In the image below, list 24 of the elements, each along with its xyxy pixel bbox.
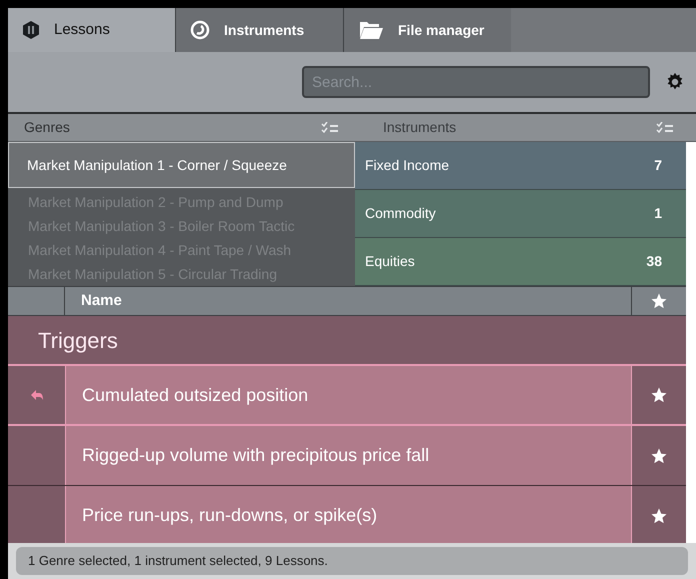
star-icon[interactable] xyxy=(650,386,668,404)
hexagon-icon xyxy=(22,20,40,40)
group-heading: Triggers xyxy=(38,326,118,355)
column-header: Instruments xyxy=(383,118,456,137)
tab[interactable]: File manager xyxy=(343,8,511,52)
star-icon[interactable] xyxy=(650,506,668,524)
sort-icon[interactable] xyxy=(321,122,339,134)
instrument-item[interactable]: Equities 38 xyxy=(355,238,686,286)
tab[interactable]: Lessons xyxy=(8,8,175,52)
folder-icon xyxy=(358,20,384,40)
lesson-row[interactable]: Rigged-up volume with precipitous price fall xyxy=(65,426,632,485)
sort-icon[interactable] xyxy=(656,122,674,134)
column-header[interactable]: Name xyxy=(81,290,122,312)
star-icon[interactable] xyxy=(650,446,668,464)
tab[interactable]: Instruments xyxy=(175,8,343,52)
status-text: 1 Genre selected, 1 instrument selected, 9 Lessons. xyxy=(28,552,328,570)
lesson-row[interactable]: Cumulated outsized position xyxy=(65,366,632,424)
genre-item[interactable]: Market Manipulation 1 - Corner / Squeeze xyxy=(8,142,355,188)
instrument-item[interactable]: Fixed Income 7 xyxy=(355,142,686,190)
star-icon[interactable] xyxy=(650,292,668,310)
instrument-item[interactable]: Commodity 1 xyxy=(355,190,686,238)
lesson-row[interactable]: Price run-ups, run-downs, or spike(s) xyxy=(65,486,632,543)
circle-icon xyxy=(190,20,210,40)
column-header: Genres xyxy=(24,118,70,137)
